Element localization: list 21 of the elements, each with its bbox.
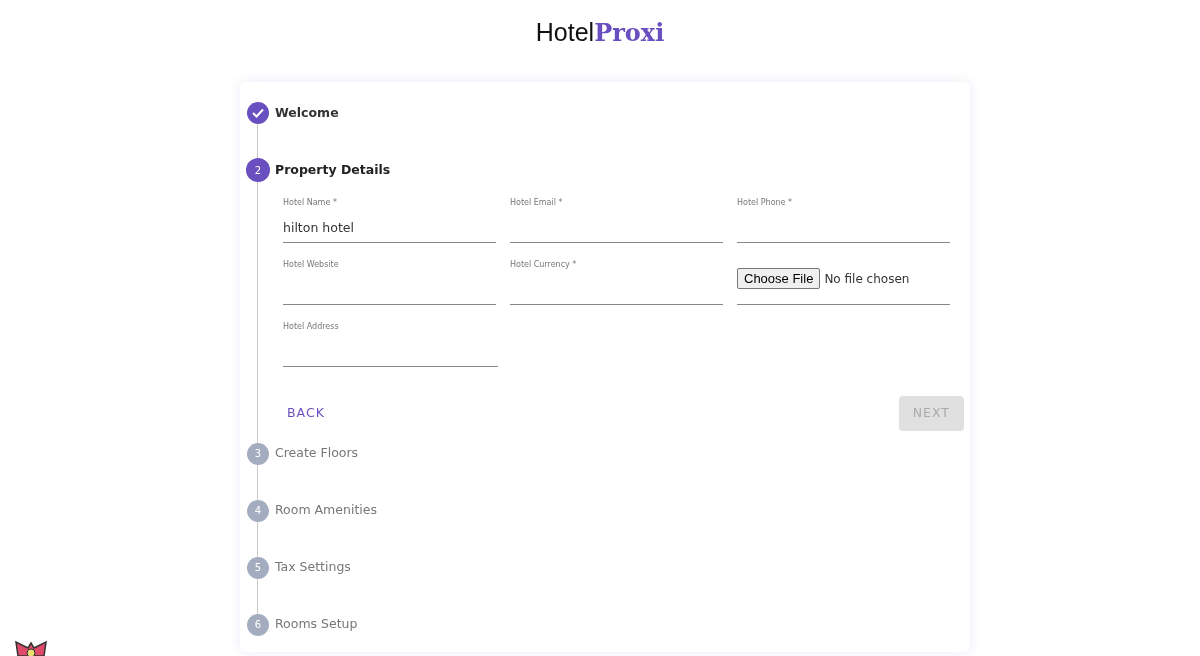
field-label: Hotel Name * [283, 197, 338, 209]
step-label[interactable]: Create Floors [275, 444, 359, 464]
step-label[interactable]: Welcome [275, 103, 339, 123]
field-label: Hotel Phone * [737, 197, 794, 209]
input-field[interactable]: hilton hotel [283, 219, 496, 243]
step-number: 6 [247, 613, 269, 636]
step-number: 2 [247, 159, 269, 181]
step-label[interactable]: Room Amenities [275, 501, 377, 521]
step-number: 3 [247, 442, 269, 465]
bow-icon [14, 640, 48, 656]
field-label: Hotel Currency * [510, 259, 578, 271]
step-label[interactable]: Rooms Setup [275, 615, 358, 635]
field-label: Hotel Website [283, 259, 340, 271]
step-label[interactable]: Tax Settings [275, 558, 351, 578]
step-number: 5 [247, 556, 269, 579]
file-input[interactable]: Choose File No file chosen [737, 255, 950, 305]
back-button[interactable]: BACK [283, 398, 329, 429]
field-label: Hotel Address [283, 321, 340, 333]
field-label: Hotel Email * [510, 197, 564, 209]
step-number: 4 [247, 499, 269, 522]
step-label[interactable]: Property Details [275, 160, 391, 180]
